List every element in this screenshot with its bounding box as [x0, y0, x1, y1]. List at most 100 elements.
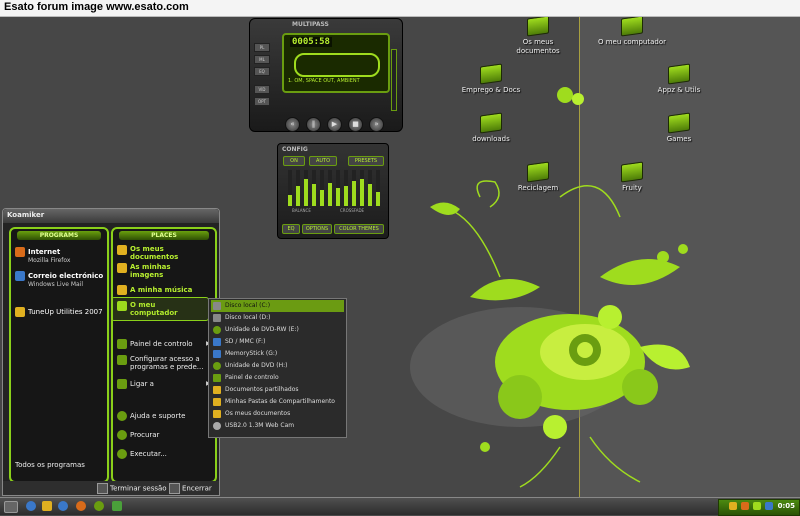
- submenu-item-memorystick[interactable]: MemoryStick (G:): [211, 348, 344, 360]
- tools-icon[interactable]: [42, 501, 52, 511]
- program-mail[interactable]: Correio electrónico Windows Live Mail: [15, 271, 103, 288]
- shared-folder-icon: [213, 397, 221, 406]
- player-side-vid[interactable]: VID: [254, 85, 270, 94]
- place-my-music[interactable]: A minha música: [117, 285, 192, 295]
- system-tray: 0:05: [718, 499, 800, 516]
- taskbar: 0:05: [0, 497, 800, 516]
- pause-button[interactable]: ‖: [306, 117, 321, 132]
- submenu-item-control-panel[interactable]: Painel de controlo: [211, 372, 344, 384]
- system-control-panel[interactable]: Painel de controlo: [117, 339, 193, 349]
- eq-band-slider[interactable]: [360, 179, 364, 206]
- submenu-item-webcam[interactable]: USB2.0 1.3M Web Cam: [211, 420, 344, 432]
- eq-band-slider[interactable]: [304, 179, 308, 206]
- clock: 0:05: [777, 502, 795, 510]
- player-side-eq[interactable]: EQ: [254, 67, 270, 76]
- color-themes-button[interactable]: COLOR THEMES: [334, 224, 384, 234]
- eq-on-button[interactable]: ON: [283, 156, 305, 166]
- programs-column: PROGRAMS Internet Mozilla Firefox Correio…: [9, 227, 109, 483]
- tray-icon-3[interactable]: [753, 502, 761, 510]
- sd-card-icon: [213, 337, 221, 346]
- play-button[interactable]: ▶: [327, 117, 342, 132]
- ie-icon[interactable]: [26, 501, 36, 511]
- desktop-icon-downloads[interactable]: downloads: [455, 112, 527, 144]
- eq-band-slider[interactable]: [344, 186, 348, 206]
- tuneup-icon: [15, 307, 25, 317]
- title-bar: Esato forum image www.esato.com: [0, 0, 800, 17]
- start-menu-header: Koamiker: [3, 209, 219, 223]
- next-button[interactable]: »: [369, 117, 384, 132]
- fruity-loops-icon: [621, 161, 643, 183]
- player-side-ml[interactable]: ML: [254, 55, 270, 64]
- volume-slider[interactable]: [391, 49, 397, 111]
- desktop-icon-recycle[interactable]: Reciclagem: [502, 161, 574, 193]
- program-tuneup[interactable]: TuneUp Utilities 2007: [15, 307, 103, 317]
- submenu-item-drive-c[interactable]: Disco local (C:): [211, 300, 344, 312]
- firefox-icon[interactable]: [76, 501, 86, 511]
- player-display: 0005:58 1. OM, SPACE OUT, AMBIENT: [282, 33, 390, 93]
- program-internet[interactable]: Internet Mozilla Firefox: [15, 247, 70, 264]
- submenu-item-drive-d[interactable]: Disco local (D:): [211, 312, 344, 324]
- submenu-item-dvd-rw[interactable]: Unidade de DVD-RW (E:): [211, 324, 344, 336]
- system-run[interactable]: Executar...: [117, 449, 167, 459]
- messenger-icon[interactable]: [112, 501, 122, 511]
- eq-band-slider[interactable]: [336, 188, 340, 206]
- eq-auto-button[interactable]: AUTO: [309, 156, 337, 166]
- eq-band-slider[interactable]: [328, 183, 332, 206]
- desktop-icon-games[interactable]: Games: [643, 112, 715, 144]
- submenu-item-shared-docs[interactable]: Documentos partilhados: [211, 384, 344, 396]
- run-icon: [117, 449, 127, 459]
- stop-button[interactable]: ■: [348, 117, 363, 132]
- eq-band-slider[interactable]: [368, 184, 372, 206]
- system-help[interactable]: Ajuda e suporte: [117, 411, 185, 421]
- submenu-item-sd[interactable]: SD / MMC (F:): [211, 336, 344, 348]
- prev-button[interactable]: «: [285, 117, 300, 132]
- ie-alt-icon[interactable]: [58, 501, 68, 511]
- place-my-pictures[interactable]: As minhas imagens: [117, 263, 187, 279]
- system-program-access[interactable]: Configurar acesso a programas e prede...: [117, 355, 205, 371]
- system-connect-to[interactable]: Ligar a: [117, 379, 154, 389]
- program-access-icon: [117, 355, 127, 365]
- submenu-item-share-folders[interactable]: Minhas Pastas de Compartilhamento: [211, 396, 344, 408]
- desktop-icon-fruity[interactable]: Fruity: [596, 161, 668, 193]
- music-icon: [117, 285, 127, 295]
- submenu-item-my-docs[interactable]: Os meus documentos: [211, 408, 344, 420]
- eq-band-slider[interactable]: [312, 184, 316, 206]
- player-side-pl[interactable]: PL: [254, 43, 270, 52]
- places-column: PLACES Os meus documentos As minhas imag…: [111, 227, 217, 483]
- eq-band-slider[interactable]: [376, 192, 380, 206]
- eq-band-slider[interactable]: [288, 195, 292, 206]
- desktop-icon-my-docs[interactable]: Os meus documentos: [502, 17, 574, 56]
- eq-button[interactable]: EQ: [282, 224, 300, 234]
- tray-icon-4[interactable]: [765, 502, 773, 510]
- eq-sliders[interactable]: [284, 170, 382, 206]
- programs-header: PROGRAMS: [17, 231, 101, 240]
- shutdown-button[interactable]: Encerrar: [169, 483, 212, 494]
- all-programs-button[interactable]: Todos os programas: [15, 461, 85, 469]
- memorystick-icon: [213, 349, 221, 358]
- desktop-icon-appz[interactable]: Appz & Utils: [643, 63, 715, 95]
- desktop-icon-my-computer[interactable]: O meu computador: [596, 17, 668, 47]
- places-header: PLACES: [119, 231, 209, 240]
- system-search[interactable]: Procurar: [117, 430, 159, 440]
- tray-icon-2[interactable]: [741, 502, 749, 510]
- eq-band-slider[interactable]: [296, 186, 300, 206]
- desktop-icon-emprego[interactable]: Emprego & Docs: [455, 63, 527, 95]
- player-track: 1. OM, SPACE OUT, AMBIENT: [288, 78, 360, 84]
- firefox-icon: [15, 247, 25, 257]
- start-button[interactable]: [4, 501, 18, 513]
- config-title: CONFIG: [282, 146, 308, 153]
- media-icon[interactable]: [94, 501, 104, 511]
- equalizer-panel: CONFIG ON AUTO PRESETS BALANCE CROSSFADE…: [277, 143, 389, 239]
- submenu-item-dvd[interactable]: Unidade de DVD (H:): [211, 360, 344, 372]
- selected-item-highlight: [111, 297, 209, 321]
- place-my-documents[interactable]: Os meus documentos: [117, 245, 187, 261]
- search-icon: [117, 430, 127, 440]
- player-title: MULTIPASS: [292, 21, 329, 28]
- options-button[interactable]: OPTIONS: [302, 224, 332, 234]
- player-side-opt[interactable]: OPT: [254, 97, 270, 106]
- logoff-button[interactable]: Terminar sessão: [97, 483, 167, 494]
- eq-band-slider[interactable]: [352, 181, 356, 206]
- eq-presets-button[interactable]: PRESETS: [348, 156, 384, 166]
- tray-icon-1[interactable]: [729, 502, 737, 510]
- eq-band-slider[interactable]: [320, 190, 324, 206]
